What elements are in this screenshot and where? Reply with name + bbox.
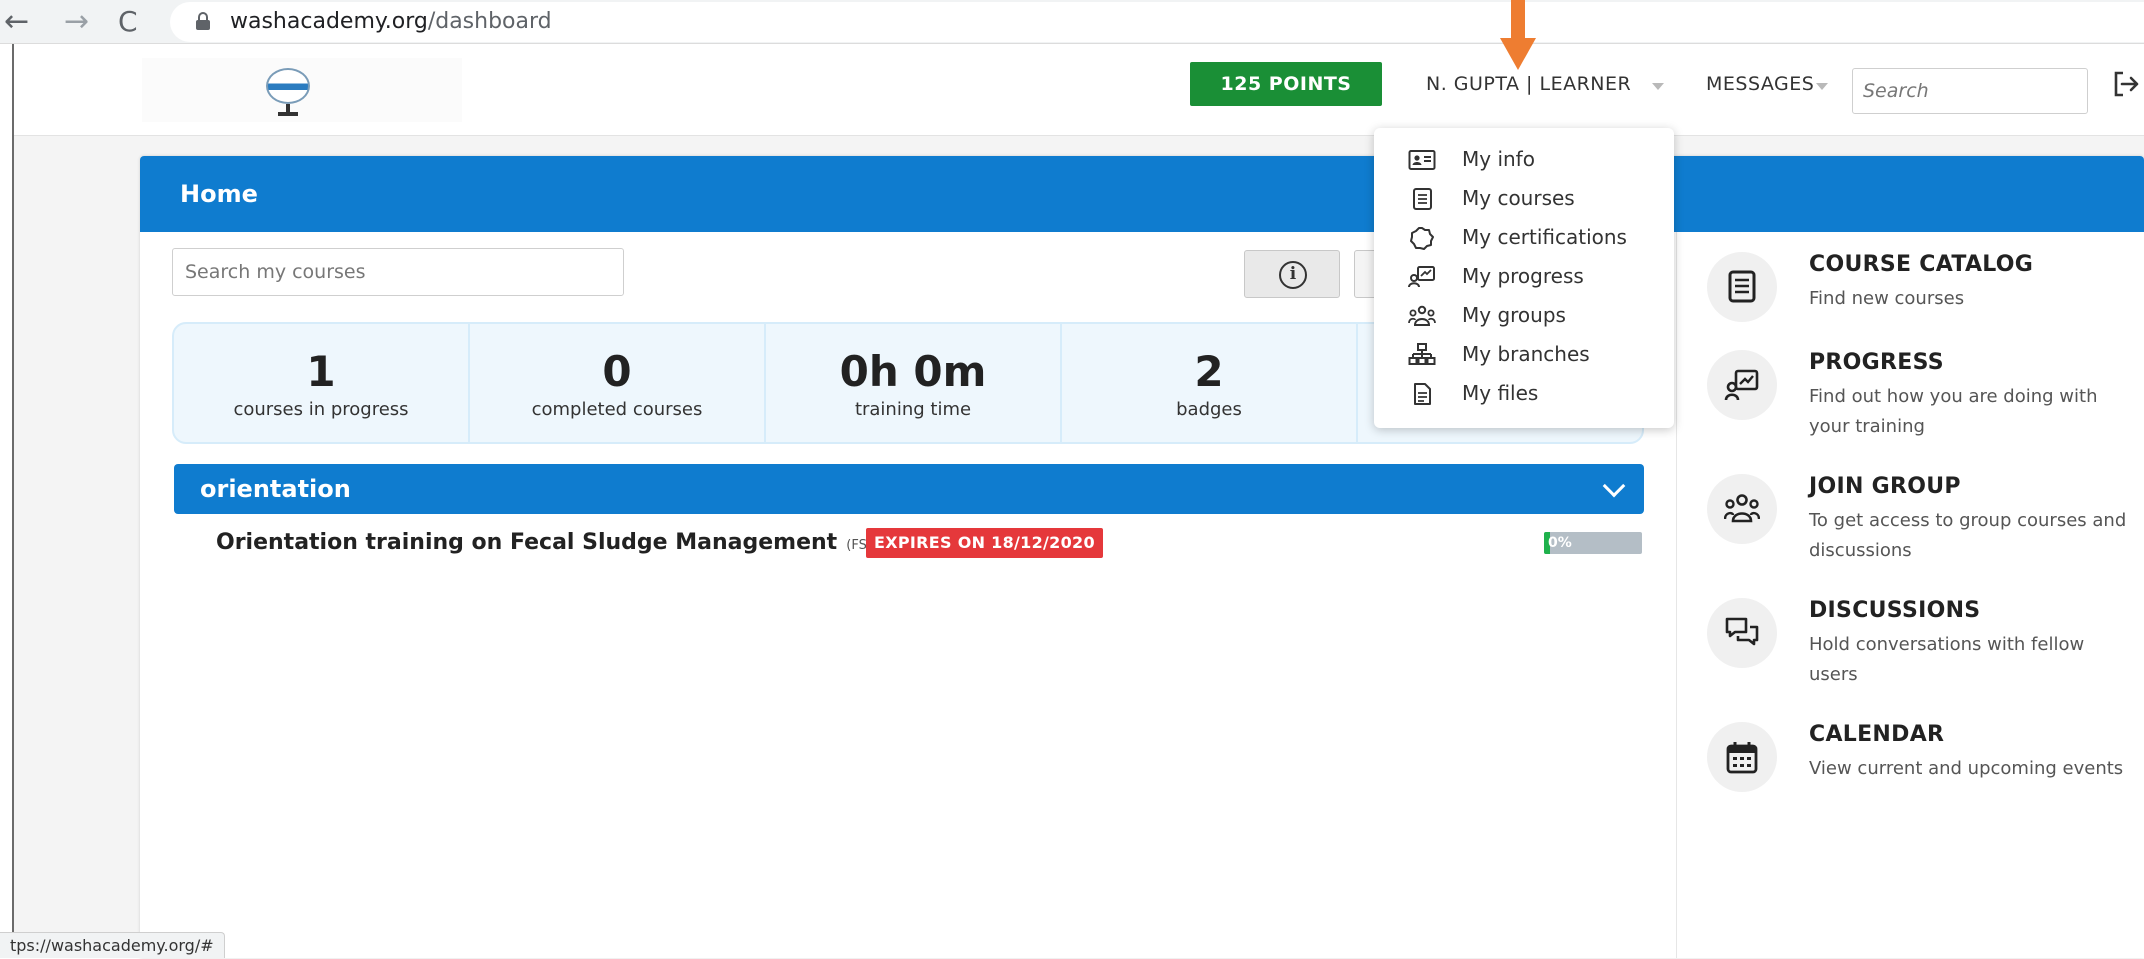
stat-badges: 2 badges (1062, 324, 1358, 442)
address-bar[interactable]: washacademy.org/dashboard (170, 2, 2144, 42)
menu-item-label: My courses (1462, 186, 1575, 210)
certificate-seal-icon (1410, 227, 1434, 250)
sidebar-item-progress[interactable]: PROGRESS Find out how you are doing with… (1677, 334, 2144, 446)
group-people-icon (1408, 305, 1436, 326)
id-card-icon (1408, 150, 1436, 170)
info-icon: i (1279, 261, 1307, 289)
header-search-input[interactable] (1852, 68, 2088, 114)
globe-logo-icon (266, 68, 310, 104)
chevron-down-icon[interactable] (1652, 83, 1664, 90)
sidebar-item-desc: View current and upcoming events (1809, 758, 2124, 779)
info-view-button[interactable]: i (1244, 250, 1340, 298)
url-domain: washacademy.org (230, 9, 428, 34)
points-badge[interactable]: 125 POINTS (1190, 62, 1382, 106)
sidebar-item-title[interactable]: PROGRESS (1809, 348, 1944, 378)
right-sidebar: COURSE CATALOG Find new courses PROGRESS… (1676, 232, 2144, 958)
forward-arrow-icon[interactable]: → (64, 4, 89, 40)
progress-chart-icon (1707, 350, 1777, 420)
stat-label: completed courses (531, 399, 703, 420)
stat-training-time: 0h 0m training time (766, 324, 1062, 442)
menu-item-label: My groups (1462, 303, 1566, 327)
sidebar-item-course-catalog[interactable]: COURSE CATALOG Find new courses (1677, 236, 2144, 348)
menu-item-label: My files (1462, 381, 1539, 405)
course-book-icon (1413, 188, 1432, 210)
sitemap-icon (1408, 343, 1436, 365)
stat-value: 2 (1194, 347, 1224, 396)
menu-item-my-courses[interactable]: My courses (1374, 179, 1674, 218)
logo-base (278, 112, 298, 116)
back-arrow-icon[interactable]: ← (4, 4, 29, 40)
stat-value: 1 (306, 347, 336, 396)
site-logo[interactable] (142, 58, 462, 122)
menu-item-my-info[interactable]: My info (1374, 140, 1674, 179)
progress-presentation-icon (1408, 266, 1435, 288)
progress-percent: 0% (1548, 535, 1572, 551)
sidebar-item-desc: To get access to group courses and discu… (1809, 510, 2127, 561)
group-icon (1707, 474, 1777, 544)
sidebar-item-desc: Find new courses (1809, 288, 1965, 309)
stat-label: courses in progress (233, 399, 409, 420)
home-panel: Home i 1 courses in progress 0 completed… (140, 156, 2144, 958)
menu-item-my-certifications[interactable]: My certifications (1374, 218, 1674, 257)
stat-courses-in-progress: 1 courses in progress (174, 324, 470, 442)
screenshot-frame: ← → C washacademy.org/dashboard 125 POIN… (0, 0, 2144, 958)
site-header: 125 POINTS N. GUPTA | LEARNER MESSAGES (14, 0, 2144, 136)
menu-item-label: My branches (1462, 342, 1590, 366)
menu-item-my-branches[interactable]: My branches (1374, 335, 1674, 374)
file-icon (1414, 383, 1431, 405)
sidebar-item-calendar[interactable]: CALENDAR View current and upcoming event… (1677, 706, 2144, 818)
category-header[interactable]: orientation (174, 464, 1644, 514)
menu-item-label: My info (1462, 147, 1535, 171)
user-menu-toggle[interactable]: N. GUPTA | LEARNER (1426, 70, 1631, 98)
annotation-arrow-icon (1500, 0, 1536, 70)
category-title: orientation (200, 475, 351, 503)
course-row[interactable]: Orientation training on Fecal Sludge Man… (216, 526, 908, 560)
reload-icon[interactable]: C (118, 4, 138, 40)
user-dropdown-menu: My info My courses My certifications My … (1374, 128, 1674, 428)
search-my-courses-input[interactable] (172, 248, 624, 296)
sidebar-item-join-group[interactable]: JOIN GROUP To get access to group course… (1677, 458, 2144, 570)
sidebar-item-discussions[interactable]: DISCUSSIONS Hold conversations with fell… (1677, 582, 2144, 694)
page-title: Home (180, 180, 258, 208)
url-text[interactable]: washacademy.org/dashboard (230, 8, 552, 36)
stat-value: 0h 0m (839, 347, 987, 396)
stat-value: 0 (602, 347, 632, 396)
stat-label: badges (1176, 399, 1242, 420)
left-edge (0, 44, 14, 958)
menu-item-my-progress[interactable]: My progress (1374, 257, 1674, 296)
sidebar-item-desc: Hold conversations with fellow users (1809, 634, 2085, 685)
menu-item-my-files[interactable]: My files (1374, 374, 1674, 413)
home-header: Home (140, 156, 2144, 232)
chevron-down-icon[interactable] (1602, 474, 1626, 498)
menu-item-label: My certifications (1462, 225, 1627, 249)
chevron-down-icon[interactable] (1816, 83, 1828, 90)
url-path: /dashboard (427, 9, 552, 34)
sidebar-item-title[interactable]: JOIN GROUP (1809, 472, 1961, 502)
catalog-book-icon (1707, 252, 1777, 322)
messages-menu[interactable]: MESSAGES (1706, 70, 1814, 98)
course-title-link[interactable]: Orientation training on Fecal Sludge Man… (216, 530, 837, 555)
browser-toolbar: ← → C washacademy.org/dashboard (0, 0, 2144, 44)
sidebar-item-title[interactable]: DISCUSSIONS (1809, 596, 1980, 626)
expiry-badge: EXPIRES ON 18/12/2020 (866, 528, 1103, 558)
stat-label: training time (854, 399, 972, 420)
status-url-bar: tps://washacademy.org/# (0, 932, 225, 958)
chat-bubbles-icon (1707, 598, 1777, 668)
menu-item-label: My progress (1462, 264, 1584, 288)
course-progress-bar: 0% (1544, 532, 1642, 554)
stat-completed-courses: 0 completed courses (470, 324, 766, 442)
sidebar-item-title[interactable]: COURSE CATALOG (1809, 250, 2033, 280)
calendar-icon (1707, 722, 1777, 792)
sidebar-item-title[interactable]: CALENDAR (1809, 720, 1944, 750)
sidebar-item-desc: Find out how you are doing with your tra… (1809, 386, 2098, 437)
lock-icon[interactable] (196, 12, 210, 30)
page-content: 125 POINTS N. GUPTA | LEARNER MESSAGES H… (0, 0, 2144, 958)
menu-item-my-groups[interactable]: My groups (1374, 296, 1674, 335)
logout-icon[interactable] (2110, 68, 2142, 100)
